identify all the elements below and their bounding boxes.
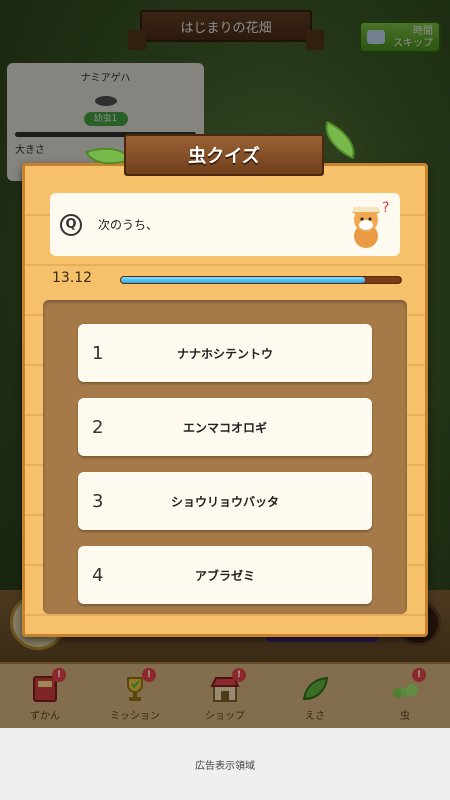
answer-text: ショウリョウバッタ (170, 494, 279, 509)
nav-overlay (0, 662, 450, 728)
answer-option-2[interactable]: 2 エンマコオロギ (78, 398, 372, 456)
svg-text:?: ? (382, 200, 389, 216)
answer-number: 3 (92, 490, 104, 512)
quiz-title: 虫クイズ (188, 146, 260, 167)
timer-row: 13.12 (52, 270, 402, 290)
question-box: Q 次のうち、 ? (50, 193, 400, 256)
answer-text: ナナホシテントウ (176, 346, 273, 361)
answer-option-1[interactable]: 1 ナナホシテントウ (78, 324, 372, 382)
quiz-header-board: 虫クイズ (124, 134, 324, 176)
timer-value: 13.12 (52, 270, 93, 286)
answer-number: 2 (92, 416, 104, 438)
ad-label: 広告表示領域 (195, 760, 255, 772)
answer-number: 4 (92, 564, 104, 586)
answer-text: アブラゼミ (194, 568, 255, 583)
answer-option-4[interactable]: 4 アブラゼミ (78, 546, 372, 604)
shiba-dog-mascot-icon: ? (352, 200, 389, 248)
timer-bar (120, 276, 402, 284)
question-text: 次のうち、 (98, 218, 159, 232)
answers-panel: 1 ナナホシテントウ 2 エンマコオロギ 3 ショウリョウバッタ 4 アブラゼミ (43, 300, 407, 614)
answer-number: 1 (92, 342, 104, 364)
ad-area: 広告表示領域 (0, 728, 450, 800)
answer-text: エンマコオロギ (182, 420, 267, 435)
question-icon: Q (60, 213, 82, 236)
timer-bar-fill (121, 277, 365, 283)
answer-option-3[interactable]: 3 ショウリョウバッタ (78, 472, 372, 530)
